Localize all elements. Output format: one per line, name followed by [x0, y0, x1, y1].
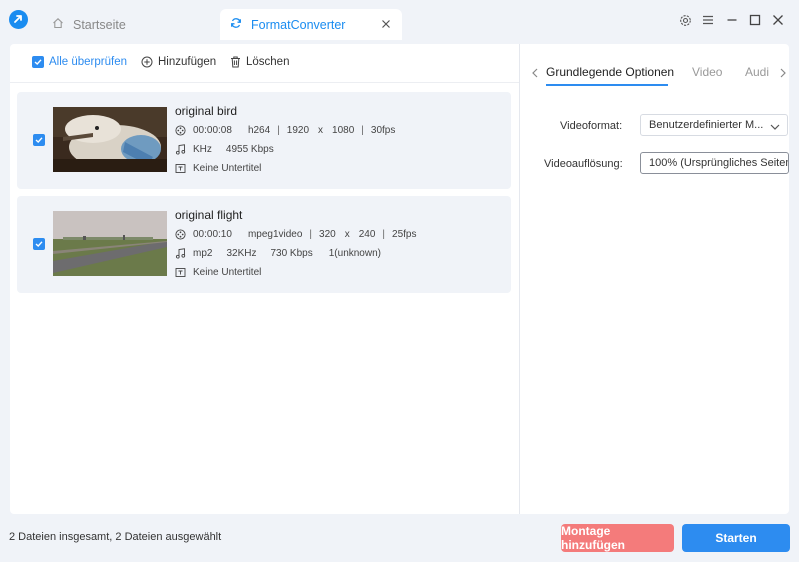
main-panel: Alle überprüfen Hinzufügen Löschen origi… [10, 44, 789, 514]
app-logo [9, 10, 28, 29]
plus-circle-icon [141, 56, 153, 68]
subtitle-text: Keine Untertitel [193, 163, 262, 174]
chevron-left-icon[interactable] [531, 67, 539, 81]
audio-rate: 32KHz [226, 248, 257, 259]
fps: 30fps [370, 125, 396, 136]
close-icon[interactable] [770, 12, 786, 28]
file-list-panel: Alle überprüfen Hinzufügen Löschen origi… [10, 44, 519, 514]
video-codec: mpeg1video [247, 229, 303, 240]
file-card[interactable]: original bird 00:00:08 h264 | 1920 x 108… [17, 92, 511, 189]
chevron-right-icon[interactable] [779, 67, 787, 81]
height: 1080 [332, 125, 355, 136]
height: 240 [358, 229, 376, 240]
music-note-icon [175, 144, 186, 155]
fps: 25fps [392, 229, 417, 240]
tab-audio[interactable]: Audio [745, 60, 769, 82]
tab-startseite[interactable]: Startseite [44, 9, 214, 40]
chevron-down-icon [770, 122, 780, 134]
subtitle-icon [175, 163, 186, 174]
add-button[interactable]: Hinzufügen [141, 56, 216, 68]
dimension-x: x [318, 125, 324, 136]
duration: 00:00:08 [193, 125, 232, 136]
subtitle-meta-row: Keine Untertitel [175, 267, 261, 278]
checkbox-checked-icon [32, 56, 44, 68]
subtitle-icon [175, 267, 186, 278]
gear-icon[interactable] [677, 12, 693, 28]
separator: | [277, 125, 280, 136]
add-montage-button[interactable]: Montage hinzufügen [561, 524, 674, 552]
video-meta-row: 00:00:10 mpeg1video | 320 x 240 | 25fps [175, 229, 416, 240]
tab-label: FormatConverter [251, 17, 346, 32]
tab-basic-options[interactable]: Grundlegende Optionen [546, 65, 674, 79]
delete-label: Löschen [246, 56, 290, 68]
subtitle-text: Keine Untertitel [193, 267, 262, 278]
settings-panel: Grundlegende Optionen Video Audio Videof… [520, 44, 789, 514]
width: 1920 [286, 125, 310, 136]
film-reel-icon [175, 125, 186, 136]
refresh-icon [230, 17, 242, 32]
subtitle-meta-row: Keine Untertitel [175, 163, 261, 174]
select-all-label: Alle überprüfen [49, 56, 127, 68]
tab-formatconverter[interactable]: FormatConverter [220, 9, 402, 40]
resolution-label: Videoauflösung: [544, 158, 623, 170]
minimize-icon[interactable] [724, 12, 740, 28]
file-checkbox[interactable] [33, 238, 45, 250]
tab-label: Startseite [73, 17, 126, 32]
format-label: Videoformat: [560, 120, 623, 132]
file-title: original flight [175, 208, 243, 222]
file-checkbox[interactable] [33, 134, 45, 146]
bitrate: 730 Kbps [270, 248, 313, 259]
audio-meta-row: KHz 4955 Kbps [175, 144, 274, 155]
audio-rate: KHz [193, 144, 212, 155]
audio-meta-row: mp2 32KHz 730 Kbps 1(unknown) [175, 248, 381, 259]
resolution-value: 100% (Ursprüngliches Seitenverhältnis) [649, 157, 788, 169]
channels: 1(unknown) [328, 248, 381, 259]
video-codec: h264 [247, 125, 271, 136]
active-tab-indicator [546, 84, 668, 86]
bitrate: 4955 Kbps [225, 144, 274, 155]
resolution-select[interactable]: 100% (Ursprüngliches Seitenverhältnis) [640, 152, 789, 174]
start-button[interactable]: Starten [682, 524, 790, 552]
add-label: Hinzufügen [158, 56, 217, 68]
width: 320 [319, 229, 336, 240]
duration: 00:00:10 [193, 229, 232, 240]
tab-video[interactable]: Video [692, 65, 722, 79]
separator: | [309, 229, 313, 240]
tab-audio-label: Audio [745, 65, 769, 79]
title-bar: Startseite FormatConverter [0, 0, 799, 40]
audio-codec: mp2 [193, 248, 213, 259]
close-tab-icon[interactable] [380, 18, 392, 30]
separator: | [382, 229, 386, 240]
home-icon [52, 17, 64, 32]
settings-tabs: Grundlegende Optionen Video Audio [520, 44, 789, 88]
trash-icon [230, 56, 241, 68]
maximize-icon[interactable] [747, 12, 763, 28]
file-toolbar: Alle überprüfen Hinzufügen Löschen [10, 44, 519, 83]
video-thumbnail [53, 107, 167, 172]
file-title: original bird [175, 104, 238, 118]
delete-button[interactable]: Löschen [230, 56, 289, 68]
dimension-x: x [344, 229, 350, 240]
status-text: 2 Dateien insgesamt, 2 Dateien ausgewähl… [9, 531, 222, 543]
film-reel-icon [175, 229, 186, 240]
video-meta-row: 00:00:08 h264 | 1920 x 1080 | 30fps [175, 125, 395, 136]
select-all-checkbox[interactable]: Alle überprüfen [32, 56, 127, 68]
music-note-icon [175, 248, 186, 259]
video-thumbnail [53, 211, 167, 276]
format-value: Benutzerdefinierter M... [649, 119, 764, 131]
separator: | [361, 125, 364, 136]
file-card[interactable]: original flight 00:00:10 mpeg1video | 32… [17, 196, 511, 293]
format-select[interactable]: Benutzerdefinierter M... [640, 114, 788, 136]
menu-icon[interactable] [700, 12, 716, 28]
